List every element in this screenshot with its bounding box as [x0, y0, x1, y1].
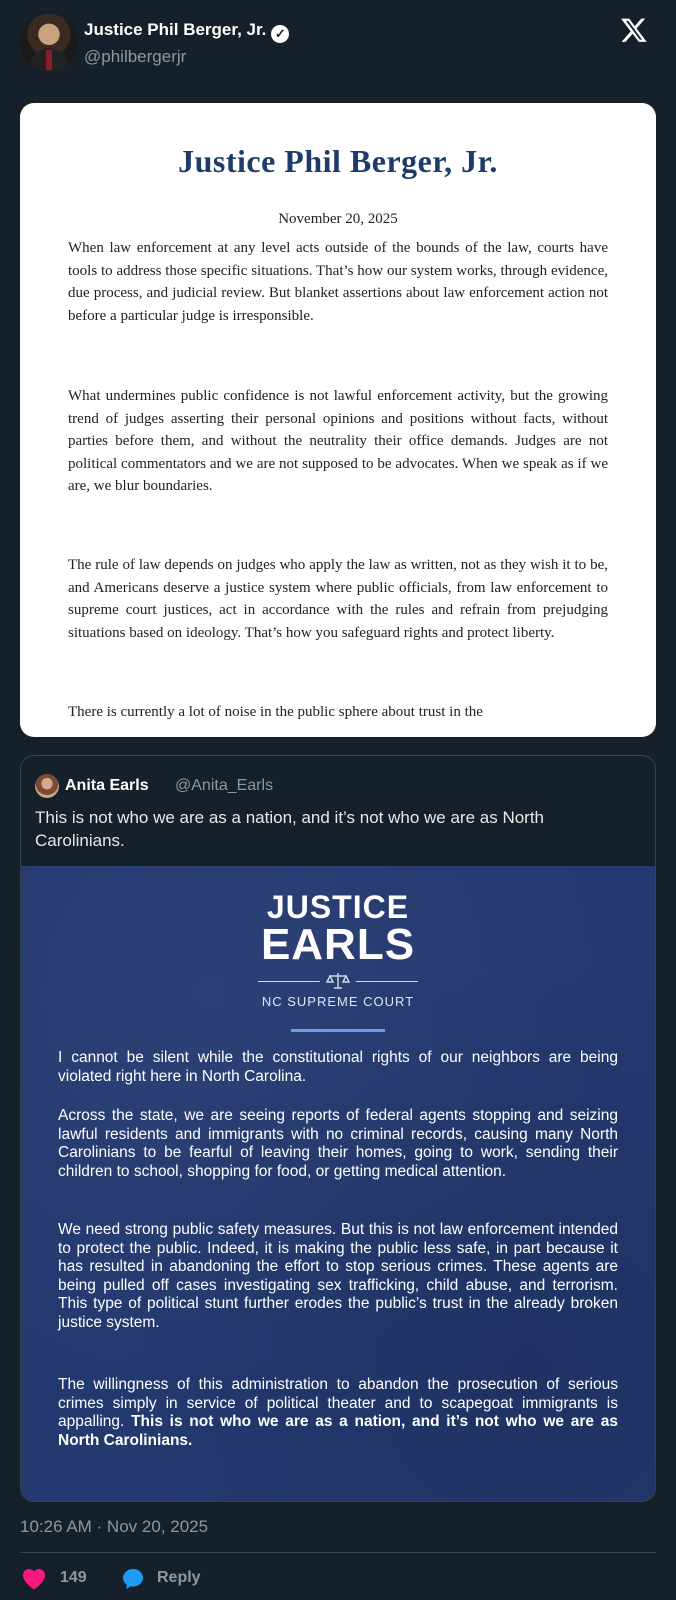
tweet-timestamp[interactable]: 10:26 AM · Nov 20, 2025 — [20, 1517, 208, 1537]
logo-line-justice: JUSTICE — [266, 889, 410, 925]
statement-paragraph: Across the state, we are seeing reports … — [58, 1107, 618, 1180]
letter-paragraph: There is currently a lot of noise in the… — [68, 704, 483, 720]
letter-date: November 20, 2025 — [278, 211, 398, 227]
divider — [20, 1552, 656, 1553]
quoted-tweet-text: This is not who we are as a nation, and … — [35, 808, 545, 850]
logo-subtitle: NC SUPREME COURT — [261, 994, 415, 1009]
quoted-statement-image[interactable]: JUSTICE EARLS NC SUPREME COURT I cannot … — [21, 866, 655, 1501]
reply-bubble-icon[interactable] — [121, 1567, 145, 1591]
quoted-tweet[interactable]: Anita Earls @Anita_Earls This is not who… — [20, 755, 656, 1502]
like-count[interactable]: 149 — [60, 1569, 87, 1587]
statement-paragraph: I cannot be silent while the constitutio… — [58, 1049, 618, 1085]
x-logo-icon[interactable] — [620, 16, 648, 44]
logo-line-earls: EARLS — [260, 920, 416, 969]
scales-of-justice-icon — [258, 971, 418, 991]
statement-bold-ending: This is not who we are as a nation, and … — [58, 1413, 618, 1449]
letter-paragraph: What undermines public confidence is not… — [68, 388, 608, 494]
quoted-author-avatar — [35, 774, 59, 798]
statement-paragraph: We need strong public safety measures. B… — [58, 1221, 618, 1331]
tweet-actions: 149 Reply — [20, 1564, 656, 1594]
heart-icon[interactable] — [22, 1568, 46, 1590]
logo-divider — [291, 1029, 385, 1032]
author-name[interactable]: Justice Phil Berger, Jr. — [84, 20, 266, 39]
letter-paragraph: When law enforcement at any level acts o… — [68, 240, 608, 324]
verified-badge-icon: ✓ — [271, 25, 290, 43]
author-handle[interactable]: @philbergerjr — [84, 47, 186, 67]
letter-image[interactable]: Justice Phil Berger, Jr. November 20, 20… — [20, 103, 656, 737]
author-avatar[interactable] — [20, 14, 78, 72]
statement-paragraph-final: The willingness of this administration t… — [58, 1376, 618, 1450]
letter-title: Justice Phil Berger, Jr. — [178, 143, 498, 179]
author-name-row[interactable]: Justice Phil Berger, Jr. ✓ — [84, 20, 290, 43]
quoted-author-handle: @Anita_Earls — [175, 777, 274, 794]
quoted-author-name: Anita Earls — [65, 777, 149, 794]
letter-paragraph: The rule of law depends on judges who ap… — [68, 557, 608, 641]
tweet-header: Justice Phil Berger, Jr. ✓ @philbergerjr — [20, 14, 656, 74]
reply-button[interactable]: Reply — [157, 1569, 201, 1587]
